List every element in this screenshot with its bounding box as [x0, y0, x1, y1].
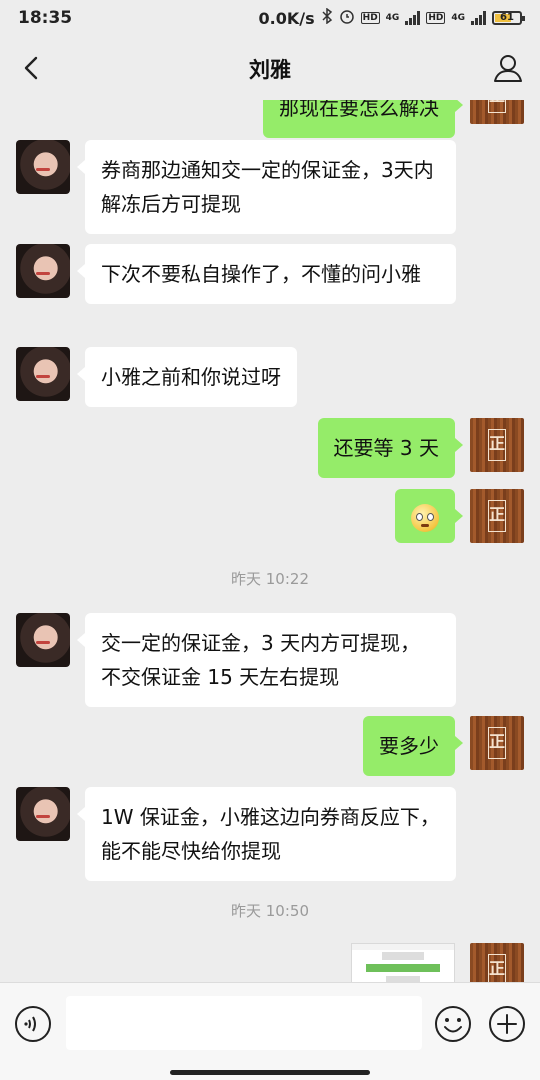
contact-avatar[interactable]	[16, 244, 70, 298]
message-bubble-incoming[interactable]: 下次不要私自操作了，不懂的问小雅	[77, 244, 456, 304]
message-input[interactable]	[66, 996, 422, 1050]
alarm-clock-icon	[339, 8, 355, 28]
message-text: 那现在要怎么解决	[279, 100, 439, 120]
message-text: 1W 保证金，小雅这边向券商反应下，能不能尽快给你提现	[101, 805, 440, 863]
profile-button[interactable]	[490, 50, 526, 86]
battery-icon: 61	[492, 11, 525, 25]
message-input-bar	[0, 982, 540, 1080]
contact-avatar[interactable]	[16, 140, 70, 194]
message-bubble-incoming[interactable]: 1W 保证金，小雅这边向券商反应下，能不能尽快给你提现	[77, 787, 456, 881]
bluetooth-icon	[321, 7, 333, 28]
message-timestamp: 昨天 10:22	[231, 570, 309, 588]
message-bubble-outgoing[interactable]	[395, 489, 463, 543]
network-speed: 0.0K/s	[258, 8, 315, 28]
my-avatar[interactable]: 正	[470, 100, 524, 124]
signal-strength-icon	[405, 11, 421, 25]
message-text: 下次不要私自操作了，不懂的问小雅	[101, 262, 421, 286]
home-indicator[interactable]	[170, 1070, 370, 1075]
network-type-label-2: 4G	[451, 13, 465, 23]
page-title: 刘雅	[249, 58, 291, 82]
battery-level: 61	[500, 12, 514, 23]
voice-input-button[interactable]	[14, 1005, 52, 1043]
message-text: 券商那边通知交一定的保证金，3天内解冻后方可提现	[101, 158, 434, 216]
message-text: 还要等 3 天	[333, 436, 439, 460]
my-avatar[interactable]: 正	[470, 716, 524, 770]
hd-badge-icon-2: HD	[426, 12, 446, 24]
message-text: 小雅之前和你说过呀	[101, 365, 281, 389]
my-avatar[interactable]: 正	[470, 418, 524, 472]
astonished-face-icon	[411, 503, 439, 532]
message-bubble-incoming[interactable]: 小雅之前和你说过呀	[77, 347, 297, 407]
my-avatar[interactable]: 正	[470, 943, 524, 982]
contact-avatar[interactable]	[16, 613, 70, 667]
smiley-icon	[435, 1006, 471, 1042]
status-indicators: 0.0K/s HD 4G HD 4G 61	[258, 7, 525, 28]
message-timestamp: 昨天 10:50	[231, 902, 309, 920]
my-avatar[interactable]: 正	[470, 489, 524, 543]
person-icon	[494, 55, 522, 82]
signal-strength-icon-2	[471, 11, 486, 25]
network-type-label: 4G	[385, 13, 400, 23]
message-bubble-outgoing[interactable]: 还要等 3 天	[317, 418, 464, 478]
plus-icon	[489, 1006, 525, 1042]
message-bubble-incoming[interactable]: 交一定的保证金，3 天内方可提现，不交保证金 15 天左右提现	[77, 613, 456, 707]
contact-avatar[interactable]	[16, 787, 70, 841]
chat-header: 刘雅	[0, 36, 540, 100]
screenshot-thumbnail[interactable]	[351, 943, 455, 982]
contact-avatar[interactable]	[16, 347, 70, 401]
message-text: 交一定的保证金，3 天内方可提现，不交保证金 15 天左右提现	[101, 631, 421, 689]
message-text: 要多少	[379, 734, 439, 758]
voice-icon	[15, 1006, 51, 1042]
chat-message-list[interactable]: 那现在要怎么解决 正 券商那边通知交一定的保证金，3天内解冻后方可提现 下次不要…	[0, 100, 540, 982]
status-time: 18:35	[18, 8, 73, 28]
message-bubble-incoming[interactable]: 券商那边通知交一定的保证金，3天内解冻后方可提现	[77, 140, 456, 234]
message-bubble-outgoing[interactable]: 要多少	[363, 716, 463, 776]
emoji-button[interactable]	[434, 1005, 472, 1043]
more-actions-button[interactable]	[488, 1005, 526, 1043]
hd-badge-icon: HD	[360, 12, 380, 24]
status-bar: 18:35 0.0K/s HD 4G HD 4G 61	[0, 0, 540, 36]
message-bubble-outgoing[interactable]: 那现在要怎么解决	[263, 100, 463, 138]
